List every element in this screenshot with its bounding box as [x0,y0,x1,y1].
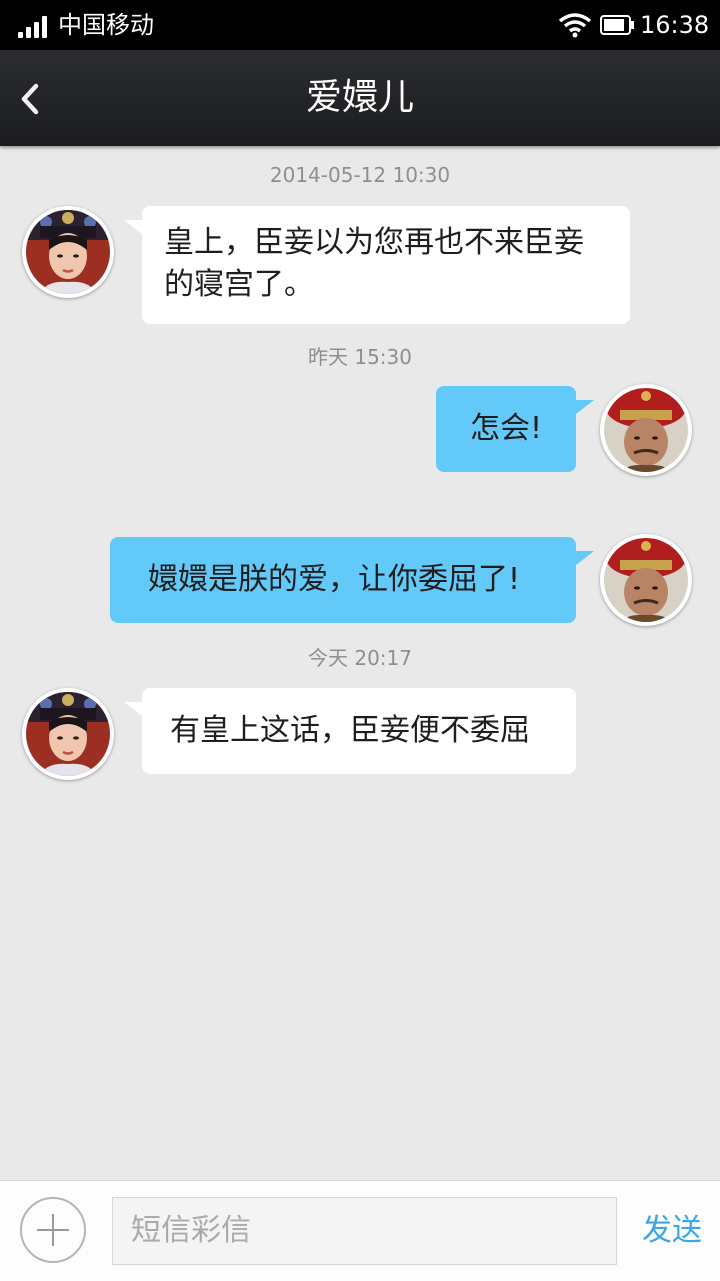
message-text-line: 有皇上这话，臣妾便不委屈 [170,713,530,748]
contact-portrait [26,210,110,294]
status-time: 16:38 [640,11,710,39]
contact-title: 爱嬛儿 [305,77,414,118]
message-timestamp: 昨天 15:30 [308,345,412,369]
incoming-message-bubble[interactable]: 皇上，臣妾以为您再也不来臣妾 的寝宫了。 [124,206,630,324]
message-timestamp: 今天 20:17 [308,646,412,670]
message-text-line: 嬛嬛是朕的爱，让你委屈了! [148,562,521,597]
add-attachment-button[interactable] [20,1197,86,1263]
incoming-message-bubble[interactable]: 有皇上这话，臣妾便不委屈 [124,688,576,774]
battery-icon [600,15,634,35]
my-avatar[interactable] [600,384,692,476]
outgoing-message-bubble[interactable]: 怎会! [436,386,594,472]
signal-icon [18,16,50,38]
my-portrait [604,388,688,472]
message-text-line: 的寝宫了。 [164,267,314,302]
send-button[interactable]: 发送 [632,1197,712,1265]
outgoing-message-bubble[interactable]: 嬛嬛是朕的爱，让你委屈了! [110,537,594,623]
my-avatar[interactable] [600,534,692,626]
status-bar: 中国移动 16:38 [0,0,720,50]
message-timestamp: 2014-05-12 10:30 [269,163,451,187]
message-input[interactable]: 短信彩信 [112,1197,617,1265]
compose-bar: 短信彩信 发送 [0,1180,720,1281]
contact-portrait [26,692,110,776]
chat-header: 爱嬛儿 [0,50,720,146]
message-text-line: 怎会! [470,411,543,446]
my-portrait [604,538,688,622]
contact-avatar[interactable] [22,206,114,298]
message-text-line: 皇上，臣妾以为您再也不来臣妾 [164,225,584,260]
carrier-name: 中国移动 [58,11,154,39]
contact-avatar[interactable] [22,688,114,780]
wifi-icon [558,13,592,38]
